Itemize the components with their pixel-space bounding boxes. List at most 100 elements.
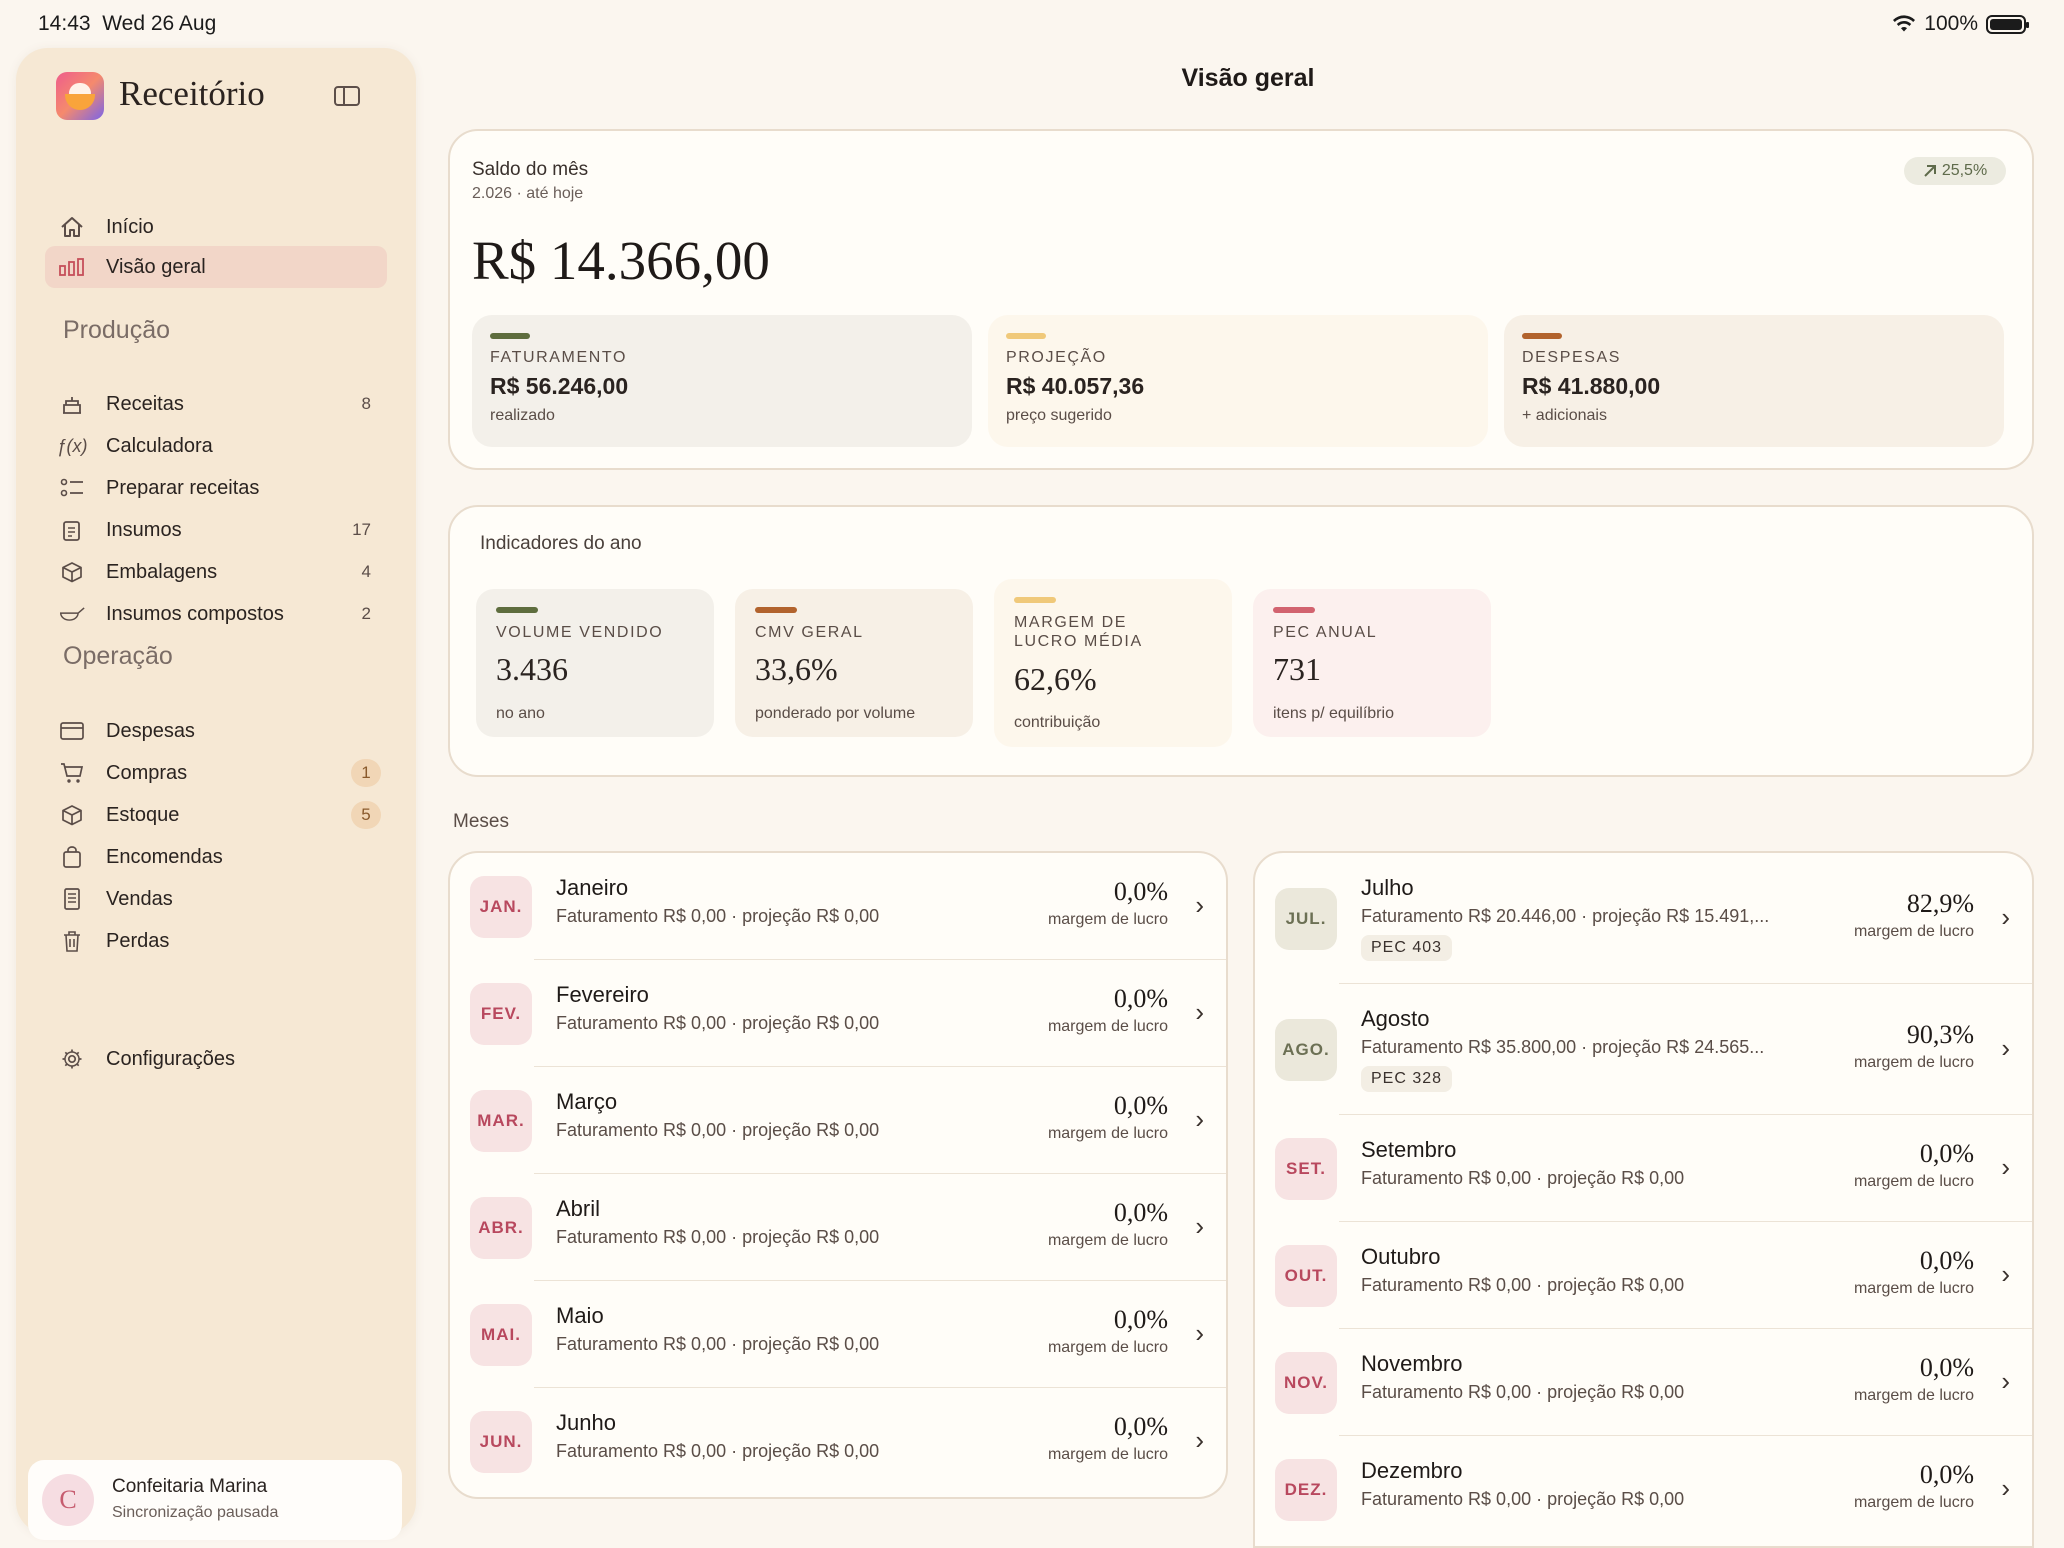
kpi-value: R$ 56.246,00 — [490, 373, 629, 399]
sidebar-item-label: Insumos — [106, 519, 182, 541]
month-abbr-badge: NOV. — [1275, 1351, 1337, 1414]
sidebar-item-label: Compras — [106, 762, 188, 784]
month-abbr-badge: DEZ. — [1275, 1458, 1337, 1521]
arrow-up-right-icon — [1924, 165, 1936, 177]
month-margin-label: margem de lucro — [1047, 1231, 1168, 1249]
month-row-marco[interactable]: MAR. Março Faturamento R$ 0,00 · projeção … — [450, 1067, 1226, 1174]
month-margin-label: margem de lucro — [1853, 1279, 1974, 1297]
indicator-subtitle: no ano — [496, 705, 545, 722]
wifi-icon — [1893, 15, 1916, 32]
cake-icon — [59, 392, 85, 416]
sidebar-item-badge: 5 — [351, 801, 381, 829]
month-margin-value: 82,9% — [1906, 888, 1974, 918]
month-margin-value: 0,0% — [1113, 1090, 1168, 1120]
sidebar-item-configuracoes[interactable]: Configurações — [45, 1038, 387, 1080]
battery-icon — [1986, 14, 2029, 34]
function-icon: ƒ(x) — [56, 435, 88, 456]
sidebar-item-embalagens[interactable]: Embalagens 4 — [45, 551, 387, 593]
sidebar-item-compras[interactable]: Compras 1 — [45, 752, 387, 794]
month-margin-value: 0,0% — [1919, 1138, 1974, 1168]
month-row-agosto[interactable]: AGO. Agosto Faturamento R$ 35.800,00 · pro… — [1255, 984, 2032, 1115]
sidebar-item-insumos-compostos[interactable]: Insumos compostos 2 — [45, 593, 387, 635]
saldo-label: Saldo do mês — [472, 159, 589, 180]
month-margin-label: margem de lucro — [1853, 1386, 1974, 1404]
sidebar-item-calculadora[interactable]: ƒ(x) Calculadora — [45, 425, 387, 467]
receipt-icon — [59, 887, 85, 911]
month-row-julho[interactable]: JUL. Julho Faturamento R$ 20.446,00 · proj… — [1255, 853, 2032, 984]
month-detail: Faturamento R$ 0,00 · projeção R$ 0,00 — [556, 1333, 880, 1354]
month-name: Dezembro — [1361, 1457, 1463, 1483]
month-detail: Faturamento R$ 0,00 · projeção R$ 0,00 — [556, 1012, 880, 1033]
month-detail: Faturamento R$ 20.446,00 · projeção R$ 1… — [1361, 906, 1770, 926]
month-row-setembro[interactable]: SET. Setembro Faturamento R$ 0,00 · projeç… — [1255, 1115, 2032, 1222]
sidebar-item-count: 8 — [361, 394, 371, 413]
chevron-right-icon: › — [1195, 1424, 1204, 1455]
sidebar-item-insumos[interactable]: Insumos 17 — [45, 509, 387, 551]
saldo-value: R$ 14.366,00 — [472, 230, 770, 291]
checklist-icon — [59, 476, 85, 500]
month-margin-label: margem de lucro — [1047, 1124, 1168, 1142]
month-row-dezembro[interactable]: DEZ. Dezembro Faturamento R$ 0,00 · projeç… — [1255, 1436, 2032, 1543]
sidebar-item-despesas[interactable]: Despesas — [45, 710, 387, 752]
kpi-subtitle: + adicionais — [1522, 407, 1607, 424]
sidebar-item-vendas[interactable]: Vendas — [45, 878, 387, 920]
month-detail: Faturamento R$ 0,00 · projeção R$ 0,00 — [1361, 1167, 1685, 1188]
bar-chart-icon — [59, 255, 85, 279]
month-margin-value: 0,0% — [1113, 983, 1168, 1013]
kpi-color-bar — [1006, 333, 1046, 339]
trash-icon — [59, 929, 85, 953]
month-row-fevereiro[interactable]: FEV. Fevereiro Faturamento R$ 0,00 · proje… — [450, 960, 1226, 1067]
month-margin-value: 0,0% — [1113, 1411, 1168, 1441]
month-detail: Faturamento R$ 0,00 · projeção R$ 0,00 — [1361, 1488, 1685, 1509]
month-margin-value: 0,0% — [1919, 1245, 1974, 1275]
kpi-subtitle: realizado — [490, 407, 555, 424]
month-row-junho[interactable]: JUN. Junho Faturamento R$ 0,00 · projeção … — [450, 1388, 1226, 1495]
chevron-right-icon: › — [1195, 1103, 1204, 1134]
month-row-janeiro[interactable]: JAN. Janeiro Faturamento R$ 0,00 · projeçã… — [450, 853, 1226, 960]
indicator-label: VOLUME VENDIDO — [496, 624, 664, 641]
month-abbr-badge: MAR. — [470, 1089, 532, 1152]
sidebar-item-visao-geral[interactable]: Visão geral — [45, 246, 387, 288]
kpi-label: FATURAMENTO — [490, 349, 628, 366]
status-time: 14:43 Wed 26 Aug — [38, 12, 217, 35]
sidebar: Receitório Início Visão geral Produção R… — [16, 48, 416, 1540]
sidebar-toggle-icon[interactable] — [334, 86, 360, 106]
month-row-outubro[interactable]: OUT. Outubro Faturamento R$ 0,00 · projeçã… — [1255, 1222, 2032, 1329]
sidebar-item-label: Configurações — [106, 1048, 235, 1070]
indicator-margem-lucro: MARGEM DE LUCRO MÉDIA 62,6% contribuição — [994, 579, 1232, 747]
month-name: Agosto — [1361, 1006, 1430, 1031]
sidebar-item-perdas[interactable]: Perdas — [45, 920, 387, 962]
chevron-right-icon: › — [1195, 889, 1204, 920]
month-row-abril[interactable]: ABR. Abril Faturamento R$ 0,00 · projeção … — [450, 1174, 1226, 1281]
account-card[interactable]: C Confeitaria Marina Sincronização pausa… — [28, 1460, 402, 1540]
indicator-value: 33,6% — [755, 651, 838, 687]
chevron-right-icon: › — [2001, 901, 2010, 932]
sidebar-item-inicio[interactable]: Início — [45, 206, 387, 248]
sidebar-item-encomendas[interactable]: Encomendas — [45, 836, 387, 878]
saldo-subtitle: 2.026 · até hoje — [472, 185, 584, 202]
sidebar-item-estoque[interactable]: Estoque 5 — [45, 794, 387, 836]
box-icon — [59, 560, 85, 584]
sidebar-item-receitas[interactable]: Receitas 8 — [45, 383, 387, 425]
account-status: Sincronização pausada — [112, 1504, 279, 1521]
month-row-maio[interactable]: MAI. Maio Faturamento R$ 0,00 · projeção R… — [450, 1281, 1226, 1388]
sidebar-item-label: Receitas — [106, 393, 184, 415]
chevron-right-icon: › — [2001, 1258, 2010, 1289]
month-name: Abril — [556, 1195, 601, 1221]
indicator-pec-anual: PEC ANUAL 731 itens p/ equilíbrio — [1253, 589, 1491, 737]
indicator-label: CMV GERAL — [755, 624, 864, 641]
month-row-novembro[interactable]: NOV. Novembro Faturamento R$ 0,00 · projeç… — [1255, 1329, 2032, 1436]
sidebar-item-preparar-receitas[interactable]: Preparar receitas — [45, 467, 387, 509]
month-margin-label: margem de lucro — [1853, 1493, 1974, 1511]
indicator-value: 731 — [1273, 651, 1321, 687]
month-margin-value: 0,0% — [1113, 876, 1168, 906]
month-margin-value: 0,0% — [1919, 1352, 1974, 1382]
month-abbr-badge: JUL. — [1275, 887, 1337, 950]
indicator-label: PEC ANUAL — [1273, 624, 1378, 641]
kpi-faturamento: FATURAMENTO R$ 56.246,00 realizado — [472, 315, 972, 447]
sidebar-item-count: 2 — [361, 604, 371, 623]
sidebar-item-label: Despesas — [106, 720, 195, 742]
indicator-subtitle: contribuição — [1014, 714, 1101, 731]
status-bar: 14:43 Wed 26 Aug 100% — [0, 0, 2064, 46]
month-margin-value: 90,3% — [1906, 1019, 1974, 1049]
